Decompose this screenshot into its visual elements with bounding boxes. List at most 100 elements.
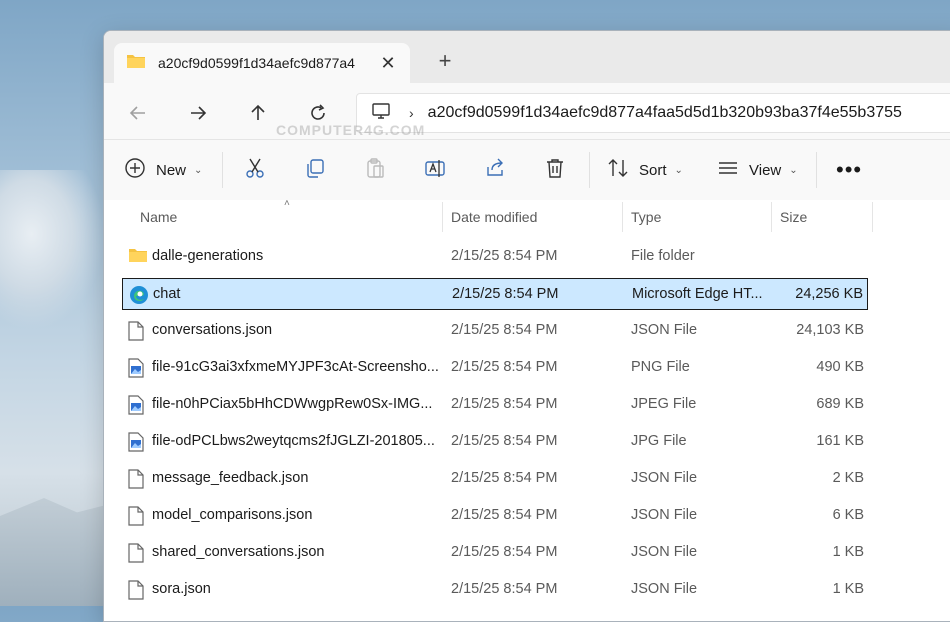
file-date: 2/15/25 8:54 PM [451, 507, 558, 523]
sort-icon [607, 157, 629, 184]
command-bar: New ⌄ Sort ⌄ View ⌄ ••• [104, 139, 950, 201]
new-tab-icon[interactable]: + [434, 50, 456, 73]
up-arrow-icon[interactable] [244, 99, 272, 127]
rename-button[interactable] [424, 154, 446, 186]
navigation-bar: › a20cf9d0599f1d34aefc9d877a4faa5d5d1b32… [104, 83, 950, 139]
chevron-down-icon: ⌄ [674, 164, 683, 176]
paste-button[interactable] [364, 154, 386, 186]
file-date: 2/15/25 8:54 PM [451, 396, 558, 412]
sort-button[interactable]: Sort ⌄ [607, 154, 683, 186]
file-size: 24,256 KB [795, 286, 863, 302]
file-date: 2/15/25 8:54 PM [451, 581, 558, 597]
file-row[interactable]: sora.json 2/15/25 8:54 PM JSON File 1 KB [122, 574, 868, 606]
new-label: New [156, 161, 187, 179]
file-date: 2/15/25 8:54 PM [451, 322, 558, 338]
file-name: chat [153, 286, 181, 302]
file-row[interactable]: file-n0hPCiax5bHhCDWwgpRew0Sx-IMG... 2/1… [122, 389, 868, 421]
back-arrow-icon[interactable] [124, 99, 152, 127]
file-type: JSON File [631, 581, 698, 597]
divider [816, 152, 817, 188]
file-icon [128, 321, 146, 341]
file-name: sora.json [152, 581, 211, 597]
column-header-date[interactable]: Date modified [451, 200, 537, 234]
tab-bar: a20cf9d0599f1d34aefc9d877a4 ✕ + [104, 31, 950, 83]
column-header-type[interactable]: Type [631, 200, 661, 234]
sort-ascending-icon: ˄ [284, 198, 290, 209]
file-type: File folder [631, 248, 695, 264]
new-button[interactable]: New ⌄ [124, 154, 202, 186]
copy-icon [304, 157, 326, 184]
copy-button[interactable] [304, 154, 326, 186]
breadcrumb-chevron-icon[interactable]: › [409, 105, 414, 121]
file-name: dalle-generations [152, 248, 264, 264]
file-explorer-window: a20cf9d0599f1d34aefc9d877a4 ✕ + › a20cf9… [103, 30, 950, 622]
column-separator[interactable] [872, 202, 873, 232]
folder-icon [128, 247, 147, 267]
image-file-icon [128, 395, 146, 415]
chevron-down-icon: ⌄ [194, 164, 203, 176]
column-header-size-label: Size [780, 209, 808, 225]
view-label: View [749, 161, 782, 179]
file-type: JPG File [631, 433, 687, 449]
folder-icon [126, 53, 146, 74]
column-header-date-label: Date modified [451, 209, 538, 225]
divider [589, 152, 590, 188]
column-separator[interactable] [442, 202, 443, 232]
forward-arrow-icon[interactable] [184, 99, 212, 127]
edge-icon [129, 285, 148, 305]
trash-icon [544, 157, 566, 184]
file-row[interactable]: model_comparisons.json 2/15/25 8:54 PM J… [122, 500, 868, 532]
image-file-icon [128, 358, 146, 378]
rename-icon [424, 157, 446, 184]
file-list: Name ˄ Date modified Type Size dalle-gen… [104, 198, 950, 621]
file-type: JSON File [631, 544, 698, 560]
watermark: COMPUTER4G.COM [276, 122, 426, 138]
share-icon [484, 157, 506, 184]
file-size: 24,103 KB [796, 322, 864, 338]
paste-icon [364, 157, 386, 184]
sort-label: Sort [639, 161, 667, 179]
chevron-down-icon: ⌄ [789, 164, 798, 176]
share-button[interactable] [484, 154, 506, 186]
add-circle-icon [124, 157, 146, 184]
file-row[interactable]: shared_conversations.json 2/15/25 8:54 P… [122, 537, 868, 569]
address-path: a20cf9d0599f1d34aefc9d877a4faa5d5d1b320b… [427, 104, 902, 121]
file-row[interactable]: file-odPCLbws2weytqcms2fJGLZI-201805... … [122, 426, 868, 458]
tab-current-folder[interactable]: a20cf9d0599f1d34aefc9d877a4 ✕ [114, 43, 410, 83]
file-row[interactable]: file-91cG3ai3xfxmeMYJPF3cAt-Screensho...… [122, 352, 868, 384]
column-header-size[interactable]: Size [780, 200, 807, 234]
close-tab-icon[interactable]: ✕ [378, 53, 398, 73]
file-size: 490 KB [816, 359, 864, 375]
delete-button[interactable] [544, 154, 566, 186]
tab-title: a20cf9d0599f1d34aefc9d877a4 [158, 55, 355, 71]
file-type: JSON File [631, 507, 698, 523]
file-row[interactable]: dalle-generations 2/15/25 8:54 PM File f… [122, 241, 868, 273]
file-date: 2/15/25 8:54 PM [452, 286, 559, 302]
list-view-icon [717, 157, 739, 184]
column-separator[interactable] [771, 202, 772, 232]
column-header-name[interactable]: Name [140, 200, 177, 234]
column-separator[interactable] [622, 202, 623, 232]
file-icon [128, 543, 146, 563]
background-cloud [0, 170, 105, 330]
file-size: 161 KB [816, 433, 864, 449]
file-name: file-odPCLbws2weytqcms2fJGLZI-201805... [152, 433, 435, 449]
file-name: conversations.json [152, 322, 273, 338]
cut-button[interactable] [244, 154, 266, 186]
file-row[interactable]: conversations.json 2/15/25 8:54 PM JSON … [122, 315, 868, 347]
image-file-icon [128, 432, 146, 452]
view-button[interactable]: View ⌄ [717, 154, 798, 186]
file-size: 1 KB [832, 581, 864, 597]
file-row[interactable]: message_feedback.json 2/15/25 8:54 PM JS… [122, 463, 868, 495]
more-options-button[interactable]: ••• [836, 154, 862, 186]
file-date: 2/15/25 8:54 PM [451, 248, 558, 264]
file-name: file-n0hPCiax5bHhCDWwgpRew0Sx-IMG... [152, 396, 433, 412]
file-row[interactable]: chat 2/15/25 8:54 PM Microsoft Edge HT..… [122, 278, 868, 310]
file-icon [128, 580, 146, 600]
divider [222, 152, 223, 188]
file-name: model_comparisons.json [152, 507, 313, 523]
address-bar[interactable]: › a20cf9d0599f1d34aefc9d877a4faa5d5d1b32… [356, 93, 950, 133]
file-date: 2/15/25 8:54 PM [451, 544, 558, 560]
file-size: 1 KB [832, 544, 864, 560]
background-mountain [0, 498, 110, 606]
